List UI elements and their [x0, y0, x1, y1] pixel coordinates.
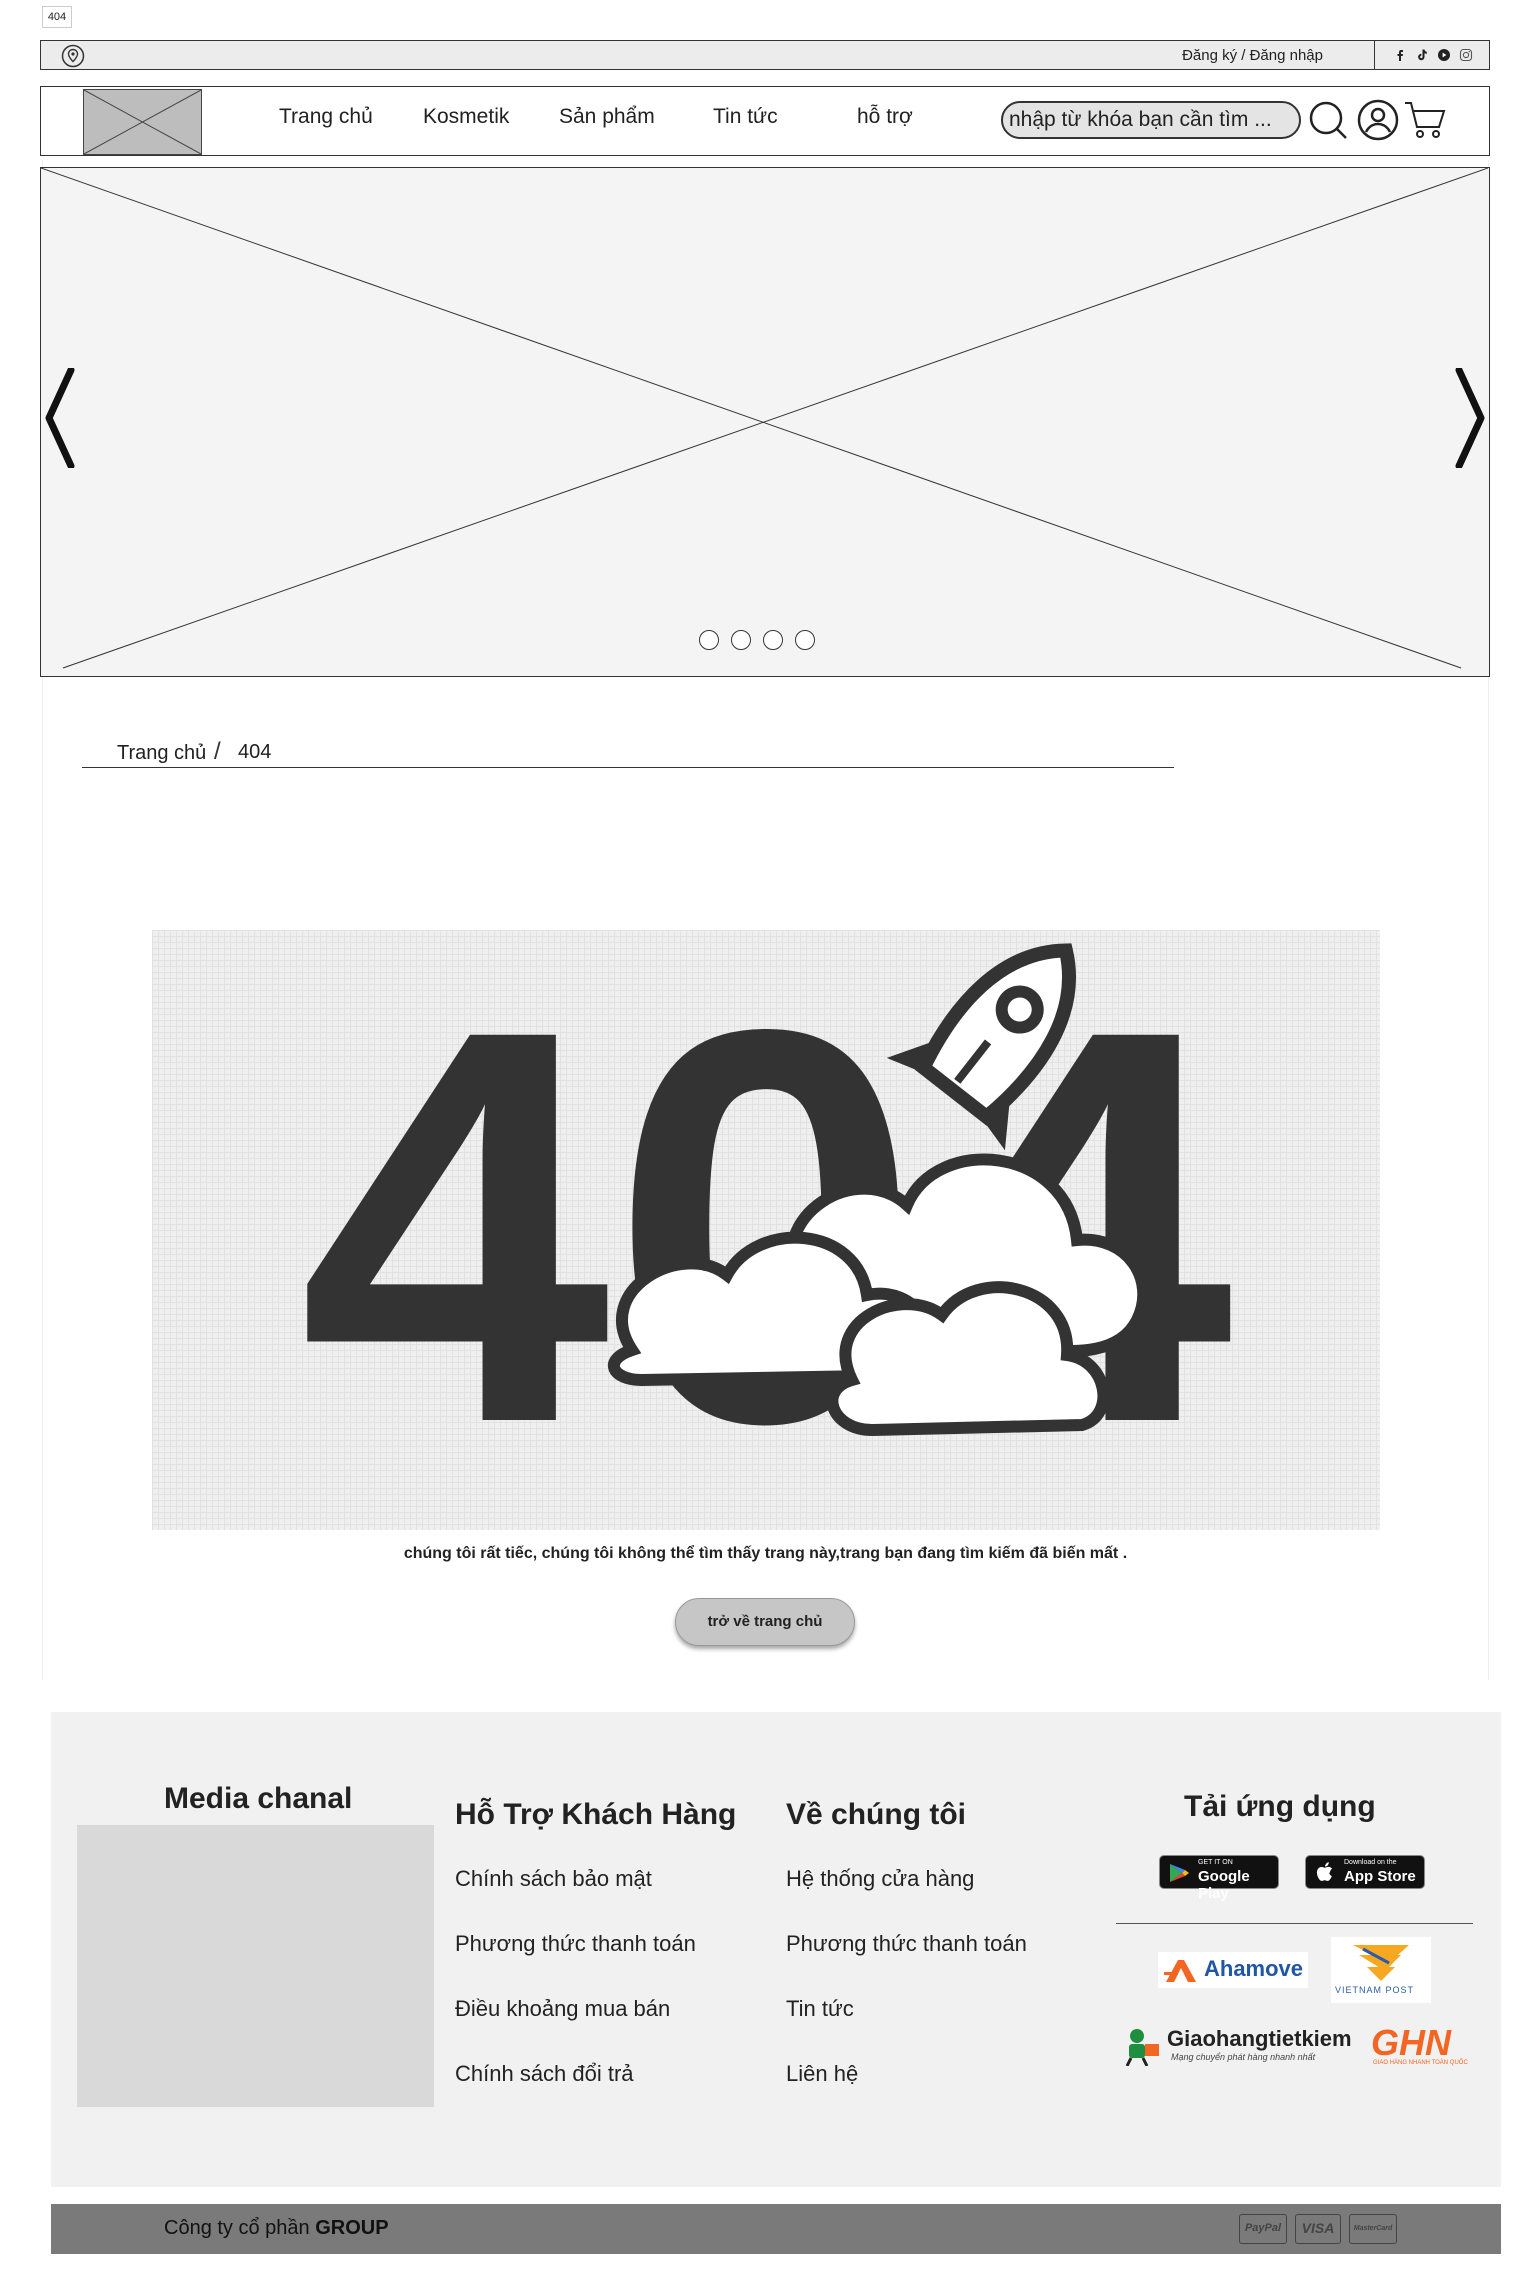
about-title: Về chúng tôi	[786, 1798, 966, 1831]
app-store-label: App Store	[1344, 1868, 1416, 1885]
company-brand: GROUP	[315, 2217, 389, 2239]
footer-link-payment[interactable]: Phương thức thanh toán	[455, 1931, 696, 1957]
chevron-left-icon[interactable]	[43, 368, 75, 468]
ahamove-logo: Ahamove	[1158, 1952, 1308, 1988]
vietnam-post-logo: VIETNAM POST	[1331, 1937, 1431, 2003]
error-message: chúng tôi rất tiếc, chúng tôi không thể …	[403, 1545, 1128, 1562]
search-icon[interactable]	[1309, 101, 1349, 141]
nav-item-support[interactable]: hỗ trợ	[857, 105, 913, 129]
delivery-person-icon	[1125, 2029, 1159, 2066]
footer-link-contact[interactable]: Liên hệ	[786, 2061, 858, 2087]
ahamove-mark-icon	[1164, 1960, 1196, 1982]
location-pin-icon[interactable]	[61, 44, 85, 68]
google-play-small-text: GET IT ON	[1198, 1859, 1233, 1866]
footer-link-payment-methods[interactable]: Phương thức thanh toán	[786, 1931, 1027, 1957]
bottom-bar: Công ty cổ phần GROUP PayPal VISA Master…	[51, 2204, 1501, 2254]
carousel-dots	[699, 630, 815, 650]
google-play-badge[interactable]: GET IT ON Google Play	[1159, 1855, 1279, 1902]
facebook-icon[interactable]	[1393, 48, 1407, 62]
back-home-button[interactable]: trở về trang chủ	[675, 1598, 855, 1646]
site-header: Trang chủ Kosmetik Sản phẩm Tin tức hỗ t…	[40, 86, 1490, 156]
search-input[interactable]: nhập từ khóa bạn cần tìm ...	[1001, 101, 1301, 139]
company-prefix: Công ty cổ phần	[164, 2217, 316, 2239]
carousel-dot[interactable]	[795, 630, 815, 650]
carousel-dot[interactable]	[763, 630, 783, 650]
app-store-badge[interactable]: Download on the App Store	[1305, 1855, 1425, 1889]
carousel-dot[interactable]	[731, 630, 751, 650]
ghn-tagline: GIAO HÀNG NHANH TOÀN QUỐC	[1373, 2060, 1468, 2066]
hero-banner	[40, 167, 1490, 677]
app-store-small-text: Download on the	[1344, 1859, 1397, 1866]
page-tag: 404	[42, 6, 72, 28]
rocket-clouds-404-illustration: 404	[299, 913, 1237, 1539]
support-title: Hỗ Trợ Khách Hàng	[455, 1798, 737, 1831]
error-code: 404	[299, 930, 1237, 1530]
media-placeholder	[77, 1825, 434, 2107]
youtube-icon[interactable]	[1437, 48, 1451, 62]
vietnam-post-mark-icon	[1353, 1945, 1409, 1981]
logo-placeholder-icon	[83, 89, 202, 155]
breadcrumb-home[interactable]: Trang chủ	[117, 742, 206, 765]
error-illustration: 404	[152, 913, 1380, 1539]
download-app-title: Tải ứng dụng	[1184, 1790, 1376, 1823]
top-bar: Đăng ký / Đăng nhập	[40, 40, 1490, 70]
company-name: Công ty cổ phần GROUP	[164, 2217, 389, 2240]
breadcrumb-separator: /	[214, 738, 221, 765]
chevron-right-icon[interactable]	[1455, 368, 1487, 468]
footer-link-privacy[interactable]: Chính sách bảo mật	[455, 1866, 652, 1892]
footer-divider	[1116, 1923, 1473, 1924]
ghtk-text: Giaohangtietkiem	[1167, 2026, 1352, 2051]
site-footer: Media chanal Hỗ Trợ Khách Hàng Chính sác…	[51, 1712, 1501, 2187]
google-play-icon	[1170, 1864, 1189, 1882]
breadcrumb-current: 404	[238, 741, 272, 763]
ghn-text: GHN	[1371, 2022, 1451, 2063]
mastercard-icon: MasterCard	[1349, 2214, 1397, 2244]
nav-item-news[interactable]: Tin tức	[713, 105, 778, 129]
footer-link-terms[interactable]: Điều khoảng mua bán	[455, 1996, 670, 2022]
visa-icon: VISA	[1295, 2214, 1341, 2244]
apple-icon	[1316, 1862, 1333, 1881]
footer-link-news[interactable]: Tin tức	[786, 1996, 854, 2022]
social-links	[1393, 48, 1473, 62]
tiktok-icon[interactable]	[1415, 48, 1429, 62]
footer-link-returns[interactable]: Chính sách đổi trả	[455, 2061, 634, 2087]
site-logo[interactable]	[83, 89, 202, 155]
user-account-icon[interactable]	[1357, 99, 1399, 141]
google-play-label: Google Play	[1198, 1868, 1250, 1902]
ghtk-tagline: Mạng chuyển phát hàng nhanh nhất	[1171, 2052, 1316, 2062]
shopping-cart-icon[interactable]	[1403, 99, 1449, 141]
topbar-divider	[1374, 41, 1375, 69]
breadcrumb: Trang chủ / 404	[82, 738, 1174, 768]
vietnam-post-text: VIETNAM POST	[1335, 1985, 1415, 1995]
ghtk-logo: Giaohangtietkiem Mạng chuyển phát hàng n…	[1119, 2024, 1352, 2068]
nav-item-products[interactable]: Sản phẩm	[559, 105, 655, 129]
instagram-icon[interactable]	[1459, 48, 1473, 62]
paypal-icon: PayPal	[1239, 2214, 1287, 2244]
ghn-logo: GHN GIAO HÀNG NHANH TOÀN QUỐC	[1369, 2022, 1469, 2072]
footer-link-stores[interactable]: Hệ thống cửa hàng	[786, 1866, 974, 1892]
media-channel-title: Media chanal	[164, 1782, 353, 1815]
nav-item-kosmetik[interactable]: Kosmetik	[423, 105, 509, 129]
carousel-dot[interactable]	[699, 630, 719, 650]
banner-placeholder-icon	[41, 168, 1488, 669]
ahamove-text: Ahamove	[1204, 1956, 1304, 1981]
nav-item-home[interactable]: Trang chủ	[279, 105, 373, 129]
login-register-link[interactable]: Đăng ký / Đăng nhập	[1182, 41, 1323, 71]
